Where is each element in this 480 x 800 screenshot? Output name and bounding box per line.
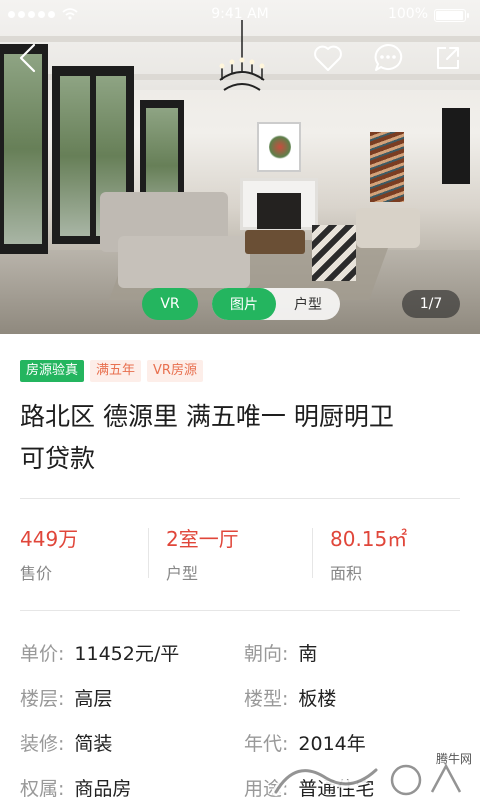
layout-label: 户型 <box>166 564 199 583</box>
watermark-logo: 腾牛网 <box>256 748 480 800</box>
back-arrow-icon <box>19 43 36 73</box>
price-fact: 449万 售价 <box>20 526 166 586</box>
tag-five-years: 满五年 <box>90 360 142 382</box>
floorplan-tab[interactable]: 户型 <box>276 288 340 320</box>
detail-value: 简装 <box>74 733 113 755</box>
area-label: 面积 <box>330 564 363 583</box>
photo-wall-sculpture <box>370 132 404 202</box>
area-fact: 80.15㎡ 面积 <box>330 526 460 586</box>
photo-tv <box>442 108 470 184</box>
listing-photo[interactable] <box>0 0 480 334</box>
status-bar: 9:41 AM 100% <box>0 0 480 30</box>
back-button[interactable] <box>8 38 48 78</box>
listing-title-line: 可贷款 <box>20 444 96 473</box>
tag-vr: VR房源 <box>147 360 203 382</box>
watermark-text: 腾牛网 <box>435 752 472 766</box>
detail-value: 板楼 <box>298 688 337 710</box>
price-label: 售价 <box>20 564 53 583</box>
photo-sofa <box>118 236 250 288</box>
photo-door-glass <box>60 76 90 236</box>
detail-unit-price: 单价: 11452元/平 <box>20 642 179 666</box>
divider-vertical <box>312 528 313 578</box>
photo-fireplace <box>240 178 318 230</box>
detail-key: 权属: <box>20 778 65 800</box>
detail-key: 楼层: <box>20 688 65 710</box>
layout-fact: 2室一厅 户型 <box>166 526 330 586</box>
divider-vertical <box>148 528 149 578</box>
price-value: 449万 <box>20 527 79 551</box>
photo-coffee-table <box>245 230 305 254</box>
photo-counter: 1/7 <box>402 290 460 318</box>
listing-title-line: 路北区 德源里 满五唯一 明厨明卫 <box>20 402 394 431</box>
layout-value: 2室一厅 <box>166 527 239 551</box>
media-tab-group: 图片 户型 <box>212 288 340 320</box>
key-facts: 449万 售价 2室一厅 户型 80.15㎡ 面积 <box>20 526 460 586</box>
photo-chandelier <box>219 20 265 91</box>
chat-button[interactable] <box>368 38 408 78</box>
photo-window-glass <box>4 54 42 244</box>
battery-percentage: 100% <box>387 6 428 22</box>
divider <box>20 610 460 611</box>
detail-value: 11452元/平 <box>74 643 180 665</box>
detail-orientation: 朝向: 南 <box>244 642 317 666</box>
detail-value: 商品房 <box>74 778 132 800</box>
detail-key: 装修: <box>20 733 65 755</box>
photos-tab[interactable]: 图片 <box>212 288 276 320</box>
listing-title: 路北区 德源里 满五唯一 明厨明卫 可贷款 <box>20 396 460 480</box>
detail-key: 朝向: <box>244 643 289 665</box>
detail-ownership: 权属: 商品房 <box>20 777 131 800</box>
battery-icon <box>434 9 469 22</box>
detail-floor: 楼层: 高层 <box>20 687 112 711</box>
area-value: 80.15㎡ <box>330 527 408 551</box>
photo-ottoman <box>312 225 356 281</box>
share-button[interactable] <box>428 38 468 78</box>
detail-key: 楼型: <box>244 688 289 710</box>
heart-icon <box>314 45 342 71</box>
detail-key: 单价: <box>20 643 65 665</box>
detail-value: 高层 <box>74 688 113 710</box>
vr-tab[interactable]: VR <box>142 288 198 320</box>
photo-wall-art <box>257 122 301 172</box>
photo-armchair <box>356 208 420 248</box>
listing-tags: 房源验真 满五年 VR房源 <box>20 360 203 382</box>
chat-bubble-icon <box>374 43 403 71</box>
divider <box>20 498 460 499</box>
detail-building-type: 楼型: 板楼 <box>244 687 336 711</box>
detail-value: 南 <box>298 643 318 665</box>
tag-verified: 房源验真 <box>20 360 85 382</box>
favorite-button[interactable] <box>308 38 348 78</box>
detail-decoration: 装修: 简装 <box>20 732 112 756</box>
share-icon <box>437 47 459 69</box>
